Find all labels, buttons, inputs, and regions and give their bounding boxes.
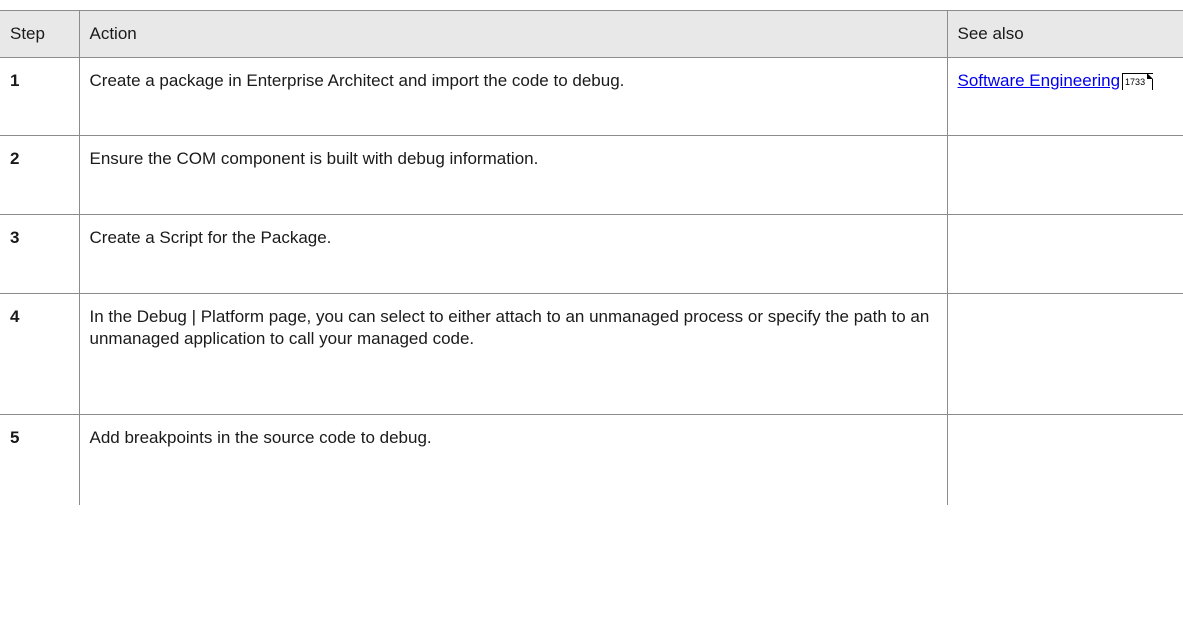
step-cell: 4 <box>0 293 80 415</box>
see-also-cell <box>946 135 1183 215</box>
software-engineering-link[interactable]: Software Engineering <box>958 71 1121 90</box>
action-cell: Create a Script for the Package. <box>78 214 948 294</box>
table-header-row: Step Action See also <box>0 10 1183 58</box>
table-row: 3 Create a Script for the Package. <box>0 214 1183 294</box>
step-cell: 3 <box>0 214 80 294</box>
header-see-also: See also <box>946 10 1183 58</box>
step-cell: 1 <box>0 57 80 136</box>
header-step: Step <box>0 10 80 58</box>
step-cell: 2 <box>0 135 80 215</box>
see-also-cell <box>946 214 1183 294</box>
action-cell: Create a package in Enterprise Architect… <box>78 57 948 136</box>
action-cell: In the Debug | Platform page, you can se… <box>78 293 948 415</box>
table-row: 5 Add breakpoints in the source code to … <box>0 414 1183 505</box>
action-cell: Ensure the COM component is built with d… <box>78 135 948 215</box>
see-also-cell <box>946 414 1183 505</box>
action-cell: Add breakpoints in the source code to de… <box>78 414 948 505</box>
table-row: 2 Ensure the COM component is built with… <box>0 135 1183 215</box>
see-also-cell <box>946 293 1183 415</box>
table-row: 1 Create a package in Enterprise Archite… <box>0 57 1183 136</box>
table-row: 4 In the Debug | Platform page, you can … <box>0 293 1183 415</box>
header-action: Action <box>78 10 948 58</box>
step-cell: 5 <box>0 414 80 505</box>
procedure-table: Step Action See also 1 Create a package … <box>0 10 1183 505</box>
see-also-cell: Software Engineering 1733 <box>946 57 1183 136</box>
page-reference-icon[interactable]: 1733 <box>1122 73 1154 91</box>
